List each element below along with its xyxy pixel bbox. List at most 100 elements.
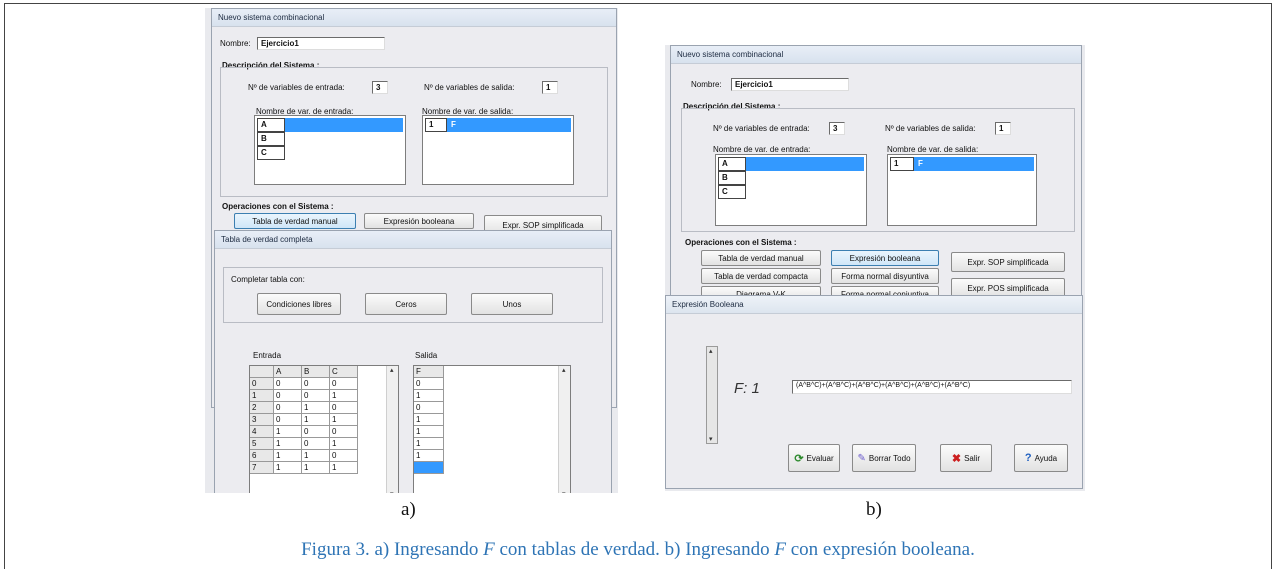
manual-truth-table-button[interactable]: Tabla de verdad manual: [234, 213, 356, 229]
clear-all-button[interactable]: ✎ Borrar Todo: [852, 444, 916, 472]
output-cell[interactable]: 0: [414, 378, 444, 390]
row-index-cell[interactable]: 2: [250, 402, 274, 414]
table-header-cell[interactable]: A: [274, 366, 302, 378]
in-count-field[interactable]: 3: [829, 122, 845, 135]
compact-truth-table-button[interactable]: Tabla de verdad compacta: [701, 268, 821, 284]
output-header-cell[interactable]: F: [414, 366, 444, 378]
name-field[interactable]: Ejercicio1: [731, 78, 849, 91]
evaluate-button[interactable]: ⟳ Evaluar: [788, 444, 840, 472]
ones-button[interactable]: Unos: [471, 293, 553, 315]
table-cell[interactable]: 0: [330, 378, 358, 390]
row-index-cell[interactable]: 4: [250, 426, 274, 438]
scrollbar[interactable]: ▴ ▾: [386, 366, 398, 493]
name-field[interactable]: Ejercicio1: [257, 37, 385, 50]
table-cell[interactable]: 0: [302, 438, 330, 450]
scroll-down-icon[interactable]: ▾: [709, 435, 713, 443]
table-cell[interactable]: 1: [302, 450, 330, 462]
scroll-up-icon[interactable]: ▴: [709, 347, 713, 355]
row-index-cell[interactable]: 0: [250, 378, 274, 390]
output-cell[interactable]: 1: [414, 414, 444, 426]
exit-label: Salir: [964, 453, 981, 463]
in-var-cell[interactable]: A: [257, 118, 285, 132]
row-index-cell[interactable]: 6: [250, 450, 274, 462]
output-cell[interactable]: 0: [414, 402, 444, 414]
table-cell[interactable]: 0: [302, 390, 330, 402]
table-header-cell[interactable]: C: [330, 366, 358, 378]
table-cell[interactable]: 1: [274, 462, 302, 474]
row-index-cell[interactable]: 1: [250, 390, 274, 402]
table-header-cell[interactable]: [250, 366, 274, 378]
table-header-cell[interactable]: B: [302, 366, 330, 378]
boolean-expression-button[interactable]: Expresión booleana: [364, 213, 474, 229]
expression-scrollbar[interactable]: ▴ ▾: [706, 346, 718, 444]
table-cell[interactable]: 0: [302, 378, 330, 390]
row-index-cell[interactable]: 7: [250, 462, 274, 474]
row-index-cell[interactable]: 3: [250, 414, 274, 426]
manual-truth-table-button[interactable]: Tabla de verdad manual: [701, 250, 821, 266]
label-a: a): [401, 499, 416, 520]
in-var-cell[interactable]: B: [257, 132, 285, 146]
table-cell[interactable]: 1: [274, 438, 302, 450]
table-cell[interactable]: 1: [330, 390, 358, 402]
help-icon: ?: [1024, 452, 1032, 464]
scrollbar[interactable]: ▴ ▾: [558, 366, 570, 493]
in-count-field[interactable]: 3: [372, 81, 388, 94]
ops-group-title: Operaciones con el Sistema :: [685, 238, 797, 247]
out-count-field[interactable]: 1: [995, 122, 1011, 135]
input-vars-list[interactable]: A B C: [254, 115, 406, 185]
boolean-expression-button[interactable]: Expresión booleana: [831, 250, 939, 266]
output-cell[interactable]: 1: [414, 438, 444, 450]
table-cell[interactable]: 1: [330, 414, 358, 426]
expression-field[interactable]: (A^B^C)+(A^B^C)+(A^B^C)+(A^B^C)+(A^B^C)+…: [792, 380, 1072, 394]
table-cell[interactable]: 1: [302, 414, 330, 426]
out-var-index[interactable]: 1: [425, 118, 447, 132]
scroll-down-icon[interactable]: ▾: [390, 490, 394, 493]
table-cell[interactable]: 0: [330, 426, 358, 438]
in-var-name-field[interactable]: [746, 157, 864, 171]
table-cell[interactable]: 1: [274, 450, 302, 462]
caption-var-1: F: [483, 539, 495, 560]
help-button[interactable]: ? Ayuda: [1014, 444, 1068, 472]
input-vars-list[interactable]: A B C: [715, 154, 867, 226]
out-var-name[interactable]: F: [447, 118, 571, 132]
output-cell[interactable]: 1: [414, 426, 444, 438]
in-var-cell[interactable]: C: [718, 185, 746, 199]
table-cell[interactable]: 0: [330, 450, 358, 462]
table-cell[interactable]: 1: [274, 426, 302, 438]
table-cell[interactable]: 0: [274, 402, 302, 414]
output-vars-list[interactable]: 1 F: [422, 115, 574, 185]
table-cell[interactable]: 0: [302, 426, 330, 438]
scroll-up-icon[interactable]: ▴: [562, 366, 566, 374]
out-var-index[interactable]: 1: [890, 157, 914, 171]
in-var-name-field[interactable]: [285, 118, 403, 132]
table-cell[interactable]: 1: [302, 402, 330, 414]
table-cell[interactable]: 0: [274, 414, 302, 426]
table-cell[interactable]: 0: [274, 378, 302, 390]
output-cell[interactable]: [414, 462, 444, 474]
in-var-cell[interactable]: C: [257, 146, 285, 160]
out-count-field[interactable]: 1: [542, 81, 558, 94]
table-cell[interactable]: 1: [330, 462, 358, 474]
output-vars-list[interactable]: 1 F: [887, 154, 1037, 226]
refresh-icon: ⟳: [794, 452, 804, 465]
table-cell[interactable]: 0: [330, 402, 358, 414]
output-cell[interactable]: 1: [414, 450, 444, 462]
output-cell[interactable]: 1: [414, 390, 444, 402]
table-cell[interactable]: 0: [274, 390, 302, 402]
zeros-button[interactable]: Ceros: [365, 293, 447, 315]
in-var-cell[interactable]: A: [718, 157, 746, 171]
exit-button[interactable]: ✖ Salir: [940, 444, 992, 472]
disjunctive-normal-form-button[interactable]: Forma normal disyuntiva: [831, 268, 939, 284]
free-conditions-button[interactable]: Condiciones libres: [257, 293, 341, 315]
input-truth-table[interactable]: ▴ ▾ ABC00001001201030114100510161107111: [249, 365, 399, 493]
scroll-down-icon[interactable]: ▾: [562, 490, 566, 493]
table-cell[interactable]: 1: [302, 462, 330, 474]
scroll-up-icon[interactable]: ▴: [390, 366, 394, 374]
window-title: Nuevo sistema combinacional: [671, 46, 1081, 64]
row-index-cell[interactable]: 5: [250, 438, 274, 450]
out-var-name[interactable]: F: [914, 157, 1034, 171]
output-truth-table[interactable]: ▴ ▾ F0101111: [413, 365, 571, 493]
sop-simplified-button[interactable]: Expr. SOP simplificada: [951, 252, 1065, 272]
table-cell[interactable]: 1: [330, 438, 358, 450]
in-var-cell[interactable]: B: [718, 171, 746, 185]
